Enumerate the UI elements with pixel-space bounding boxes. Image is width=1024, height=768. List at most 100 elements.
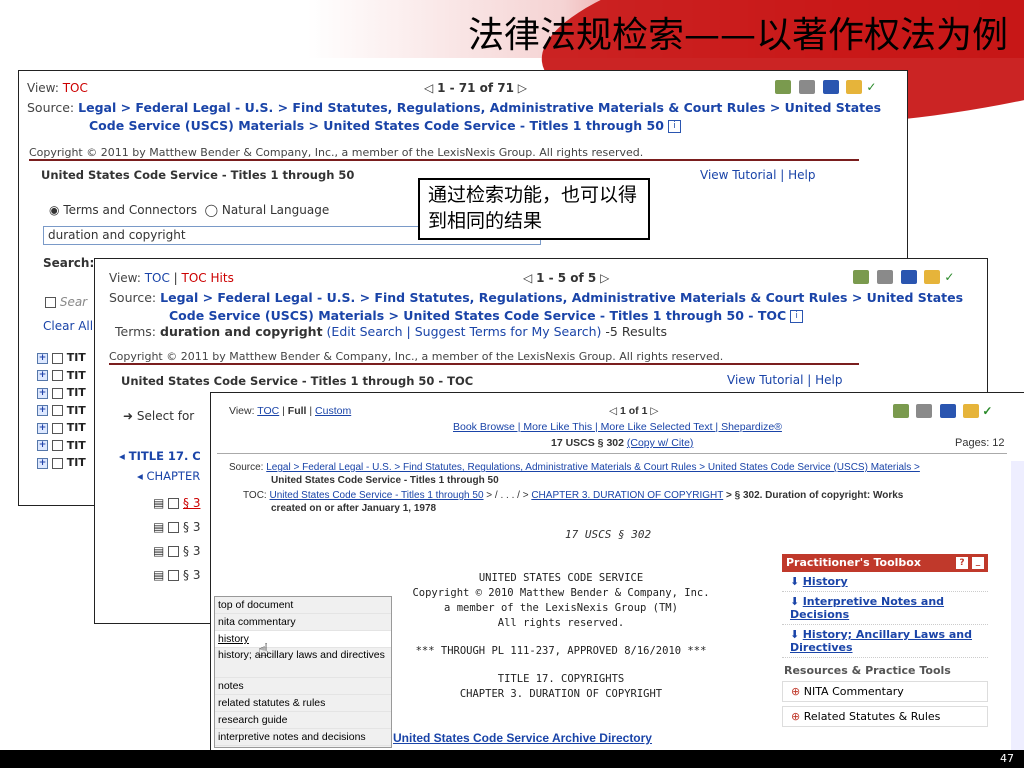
toc-label: TOC: [243,490,267,501]
view-toc-hits[interactable]: TOC Hits [182,271,234,285]
source-breadcrumb[interactable]: Legal > Federal Legal - U.S. > Find Stat… [266,462,920,473]
menu-item[interactable]: research guide [215,712,391,729]
edit-search-links[interactable]: (Edit Search | Suggest Terms for My Sear… [327,324,602,339]
email-icon[interactable] [924,269,941,284]
expand-icon[interactable]: + [37,352,48,364]
title-17-node[interactable]: TITLE 17. C [129,449,201,463]
save-icon[interactable] [822,79,839,94]
toc-chapter-link[interactable]: CHAPTER 3. DURATION OF COPYRIGHT [531,490,723,501]
toc-row[interactable]: + TIT [37,402,86,420]
search-label: Search: [43,256,95,270]
expand-icon[interactable]: + [37,405,48,416]
toolbox-item[interactable]: ⬇ History [782,572,988,592]
next-arrow-icon[interactable]: ▷ [650,405,658,417]
section-row[interactable]: ▤ § 3 [153,515,200,539]
email-icon[interactable] [846,79,863,94]
checkmark-icon[interactable]: ✓ [866,80,876,94]
section-row[interactable]: ▤ § 3 [153,563,200,587]
save-icon[interactable] [900,269,917,284]
expand-icon[interactable]: + [37,457,48,469]
bullet-icon: ⊕ [791,685,801,698]
source-breadcrumb-2[interactable]: Code Service (USCS) Materials > United S… [169,308,786,323]
toc-row[interactable]: + TIT [37,454,86,472]
section-row[interactable]: ▤ § 3 [153,491,200,515]
toc-row[interactable]: + TIT [37,384,86,402]
archive-directory-link[interactable]: United States Code Service Archive Direc… [393,731,652,745]
resource-item[interactable]: ⊕ NITA Commentary [782,681,988,702]
menu-item[interactable]: notes [215,678,391,695]
info-icon[interactable]: i [790,310,804,323]
source-label: Source: [27,100,75,115]
minimize-icon[interactable]: _ [972,557,984,569]
prev-arrow-icon[interactable]: ◁ [424,81,433,95]
toc-row[interactable]: + TIT [37,367,86,385]
next-arrow-icon[interactable]: ▷ [518,81,527,95]
hand-cursor-icon: ☝ [258,640,269,661]
menu-item[interactable]: history; ancillary laws and directives [215,648,391,678]
fast-print-icon[interactable] [775,79,791,94]
menu-item[interactable]: related statutes & rules [215,695,391,712]
source-breadcrumb-2[interactable]: Code Service (USCS) Materials > United S… [89,118,664,133]
clear-all-link[interactable]: Clear All [43,319,93,333]
divider [29,159,859,161]
view-custom-link[interactable]: Custom [315,405,351,417]
download-icon: ⬇ [790,575,800,588]
callout-note: 通过检索功能，也可以得到相同的结果 [418,178,650,240]
slide-page-number: 47 [1000,752,1014,765]
copyright-text: Copyright © 2011 by Matthew Bender & Com… [109,350,724,363]
view-toc-link[interactable]: TOC [145,271,170,285]
menu-item[interactable]: interpretive notes and decisions [215,729,391,746]
view-tutorial-link[interactable]: View Tutorial [700,168,776,182]
expand-icon[interactable]: + [37,440,48,451]
view-label: View: [109,271,141,285]
toolbox-title: Practitioner's Toolbox [786,556,921,569]
source-breadcrumb[interactable]: Legal > Federal Legal - U.S. > Find Stat… [78,100,881,115]
print-icon[interactable] [876,269,893,284]
view-tutorial-link[interactable]: View Tutorial [727,373,803,387]
toc-row[interactable]: + TIT [37,437,86,455]
radio-natural[interactable]: ◯ [205,203,218,217]
checkmark-icon[interactable]: ✓ [982,404,992,418]
menu-item-history[interactable]: history [215,631,391,648]
print-icon[interactable] [798,79,815,94]
fast-print-icon[interactable] [853,269,869,284]
document-actions-links[interactable]: Book Browse | More Like This | More Like… [453,421,782,433]
print-icon[interactable] [916,403,933,418]
help-icon[interactable]: ? [956,557,968,569]
expand-icon[interactable]: + [37,387,48,399]
copy-cite-link[interactable]: (Copy w/ Cite) [627,437,694,449]
radio-terms[interactable]: ◉ [49,203,59,217]
search-within-checkbox[interactable] [45,297,56,308]
view-full[interactable]: Full [288,405,307,417]
menu-item[interactable]: nita commentary [215,614,391,631]
menu-item[interactable]: top of document [215,597,391,614]
page-count: Pages: 12 [955,437,1005,449]
save-icon[interactable] [939,403,956,418]
help-link[interactable]: Help [815,373,842,387]
scrollbar[interactable] [1011,461,1024,751]
toolbox-item[interactable]: ⬇ History; Ancillary Laws and Directives [782,625,988,658]
expand-icon[interactable]: + [37,370,48,381]
view-toc-link[interactable]: TOC [257,405,279,417]
info-icon[interactable]: i [667,120,681,133]
source-breadcrumb[interactable]: Legal > Federal Legal - U.S. > Find Stat… [160,290,963,305]
help-link[interactable]: Help [788,168,815,182]
next-arrow-icon[interactable]: ▷ [600,271,609,285]
document-icon: ▤ [153,544,165,558]
toc-row[interactable]: + TIT [37,419,86,437]
toc-breadcrumb[interactable]: United States Code Service - Titles 1 th… [270,490,484,501]
resource-item[interactable]: ⊕ Related Statutes & Rules [782,706,988,727]
view-toc-link[interactable]: TOC [63,81,88,95]
toolbox-item[interactable]: ⬇ Interpretive Notes and Decisions [782,592,988,625]
email-icon[interactable] [963,403,980,418]
prev-arrow-icon[interactable]: ◁ [609,405,617,417]
checkmark-icon[interactable]: ✓ [944,270,954,284]
section-row[interactable]: ▤ § 3 [153,539,200,563]
slide: 法律法规检索——以著作权法为例 View: TOC ◁ 1 - 71 of 71… [0,0,1024,768]
expand-icon[interactable]: + [37,422,48,434]
source-row: Source: Legal > Federal Legal - U.S. > F… [27,100,881,115]
fast-print-icon[interactable] [893,403,909,418]
toc-row[interactable]: + TIT [37,349,86,367]
chapter-node[interactable]: CHAPTER [146,469,200,483]
prev-arrow-icon[interactable]: ◁ [523,271,532,285]
